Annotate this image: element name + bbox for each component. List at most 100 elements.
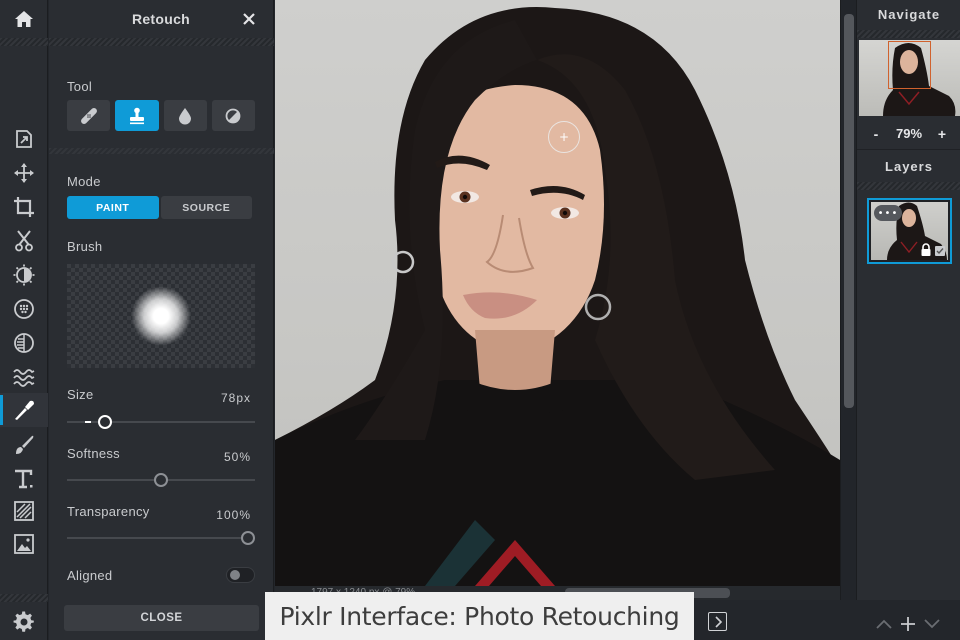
toolbar-item-add-image[interactable] (0, 527, 48, 561)
text-icon (15, 469, 33, 489)
toolbar-item-move[interactable] (0, 156, 48, 190)
move-icon (14, 163, 34, 183)
scissors-icon (15, 230, 33, 252)
aligned-label: Aligned (67, 568, 113, 583)
size-value: 78px (220, 391, 251, 405)
mode-source-button[interactable]: SOURCE (160, 196, 252, 219)
contrast-icon (225, 108, 241, 123)
layer-item[interactable]: ••• (867, 198, 952, 264)
toolbar-item-liquify[interactable] (0, 360, 48, 394)
tool-label: Tool (67, 79, 93, 94)
panel-divider (49, 38, 274, 46)
pattern-icon (14, 501, 34, 521)
effect-icon (14, 333, 34, 353)
section-divider (49, 148, 274, 154)
liquify-icon (13, 369, 35, 387)
retouch-tool-selector (67, 100, 255, 131)
transparency-slider[interactable] (67, 531, 255, 545)
layers-title: Layers (885, 159, 933, 174)
toolbar-item-text[interactable] (0, 462, 48, 496)
toolbar-item-retouch[interactable] (0, 393, 48, 427)
brush-cursor: + (548, 121, 580, 153)
toolbar-item-draw[interactable] (0, 428, 48, 462)
mode-label: Mode (67, 174, 101, 189)
slider-thumb[interactable] (154, 473, 168, 487)
slider-track (67, 537, 255, 539)
left-toolbar (0, 0, 48, 640)
clone-stamp-tool-button[interactable] (115, 100, 159, 131)
settings-button[interactable] (0, 604, 48, 640)
home-button[interactable] (0, 0, 48, 38)
toolbar-item-arrange[interactable] (0, 122, 48, 156)
zoom-out-button[interactable]: - (869, 126, 883, 142)
retouch-icon (15, 400, 34, 420)
toggle-panel-button[interactable] (708, 612, 727, 631)
chevron-right-icon (714, 615, 722, 628)
softness-slider[interactable] (67, 473, 255, 487)
size-label: Size (67, 387, 94, 402)
toolbar-divider (0, 38, 48, 46)
toolbar-item-effect[interactable] (0, 326, 48, 360)
navigate-title: Navigate (877, 7, 941, 22)
bandage-icon (80, 107, 97, 124)
gear-icon (13, 611, 34, 632)
softness-value: 50% (223, 450, 251, 464)
navigate-divider (857, 30, 960, 38)
brush-preview (67, 264, 255, 368)
chevron-down-icon (924, 619, 940, 629)
check-icon (936, 248, 944, 255)
adjust-icon (13, 264, 35, 286)
size-slider[interactable] (67, 415, 255, 429)
toolbar-item-crop[interactable] (0, 190, 48, 224)
toolbar-item-cutout[interactable] (0, 224, 48, 258)
slider-thumb[interactable] (98, 415, 113, 429)
brush-shape (131, 286, 191, 346)
toolbar-item-filter[interactable] (0, 292, 48, 326)
blur-tool-button[interactable] (163, 100, 207, 131)
toolbar-item-add-element[interactable] (0, 494, 48, 528)
slider-track (67, 421, 255, 423)
image-icon (14, 534, 34, 554)
pixlr-editor: Retouch Tool Mode PAINT SOURCE Brush Siz… (0, 0, 960, 640)
mode-paint-button[interactable]: PAINT (67, 196, 159, 219)
caption-overlay: Pixlr Interface: Photo Retouching (265, 592, 694, 640)
lock-icon[interactable] (920, 243, 932, 257)
photo-canvas[interactable]: + (275, 0, 840, 586)
navigator-viewport-frame[interactable] (888, 41, 931, 89)
panel-header: Retouch (49, 0, 273, 38)
arrange-icon (16, 130, 32, 148)
layer-options-button[interactable]: ••• (874, 205, 902, 221)
chevron-up-icon (876, 619, 892, 629)
zoom-level: 79% (895, 126, 923, 141)
canvas-area[interactable]: + 1797 x 1240 px @ 79% (275, 0, 840, 600)
layer-move-up-button[interactable] (875, 615, 893, 633)
aligned-toggle[interactable] (226, 567, 255, 583)
layer-visibility-checkbox[interactable] (935, 246, 945, 256)
home-icon (15, 11, 33, 27)
transparency-label: Transparency (67, 504, 150, 519)
close-button[interactable]: CLOSE (64, 605, 259, 631)
drop-icon (179, 107, 192, 124)
slider-thumb[interactable] (241, 531, 255, 545)
crop-icon (14, 197, 34, 217)
add-layer-button[interactable] (899, 615, 917, 633)
layers-divider (857, 182, 960, 190)
softness-label: Softness (67, 446, 120, 461)
panel-close-button[interactable] (239, 9, 259, 29)
stamp-icon (129, 107, 144, 124)
vertical-scrollbar[interactable] (840, 0, 856, 600)
portrait-photo (275, 7, 840, 586)
layer-move-down-button[interactable] (923, 615, 941, 633)
panel-title: Retouch (131, 11, 191, 27)
navigator-preview[interactable] (859, 40, 960, 116)
dodge-burn-tool-button[interactable] (211, 100, 255, 131)
zoom-controls: - 79% + (857, 118, 960, 150)
heal-tool-button[interactable] (67, 100, 111, 131)
filter-icon (14, 299, 34, 319)
toggle-knob (230, 570, 240, 580)
vertical-scroll-thumb[interactable] (844, 14, 854, 408)
zoom-in-button[interactable]: + (935, 126, 949, 142)
brush-label: Brush (67, 239, 103, 254)
slider-fill-marker (85, 421, 91, 423)
toolbar-item-adjustment[interactable] (0, 258, 48, 292)
